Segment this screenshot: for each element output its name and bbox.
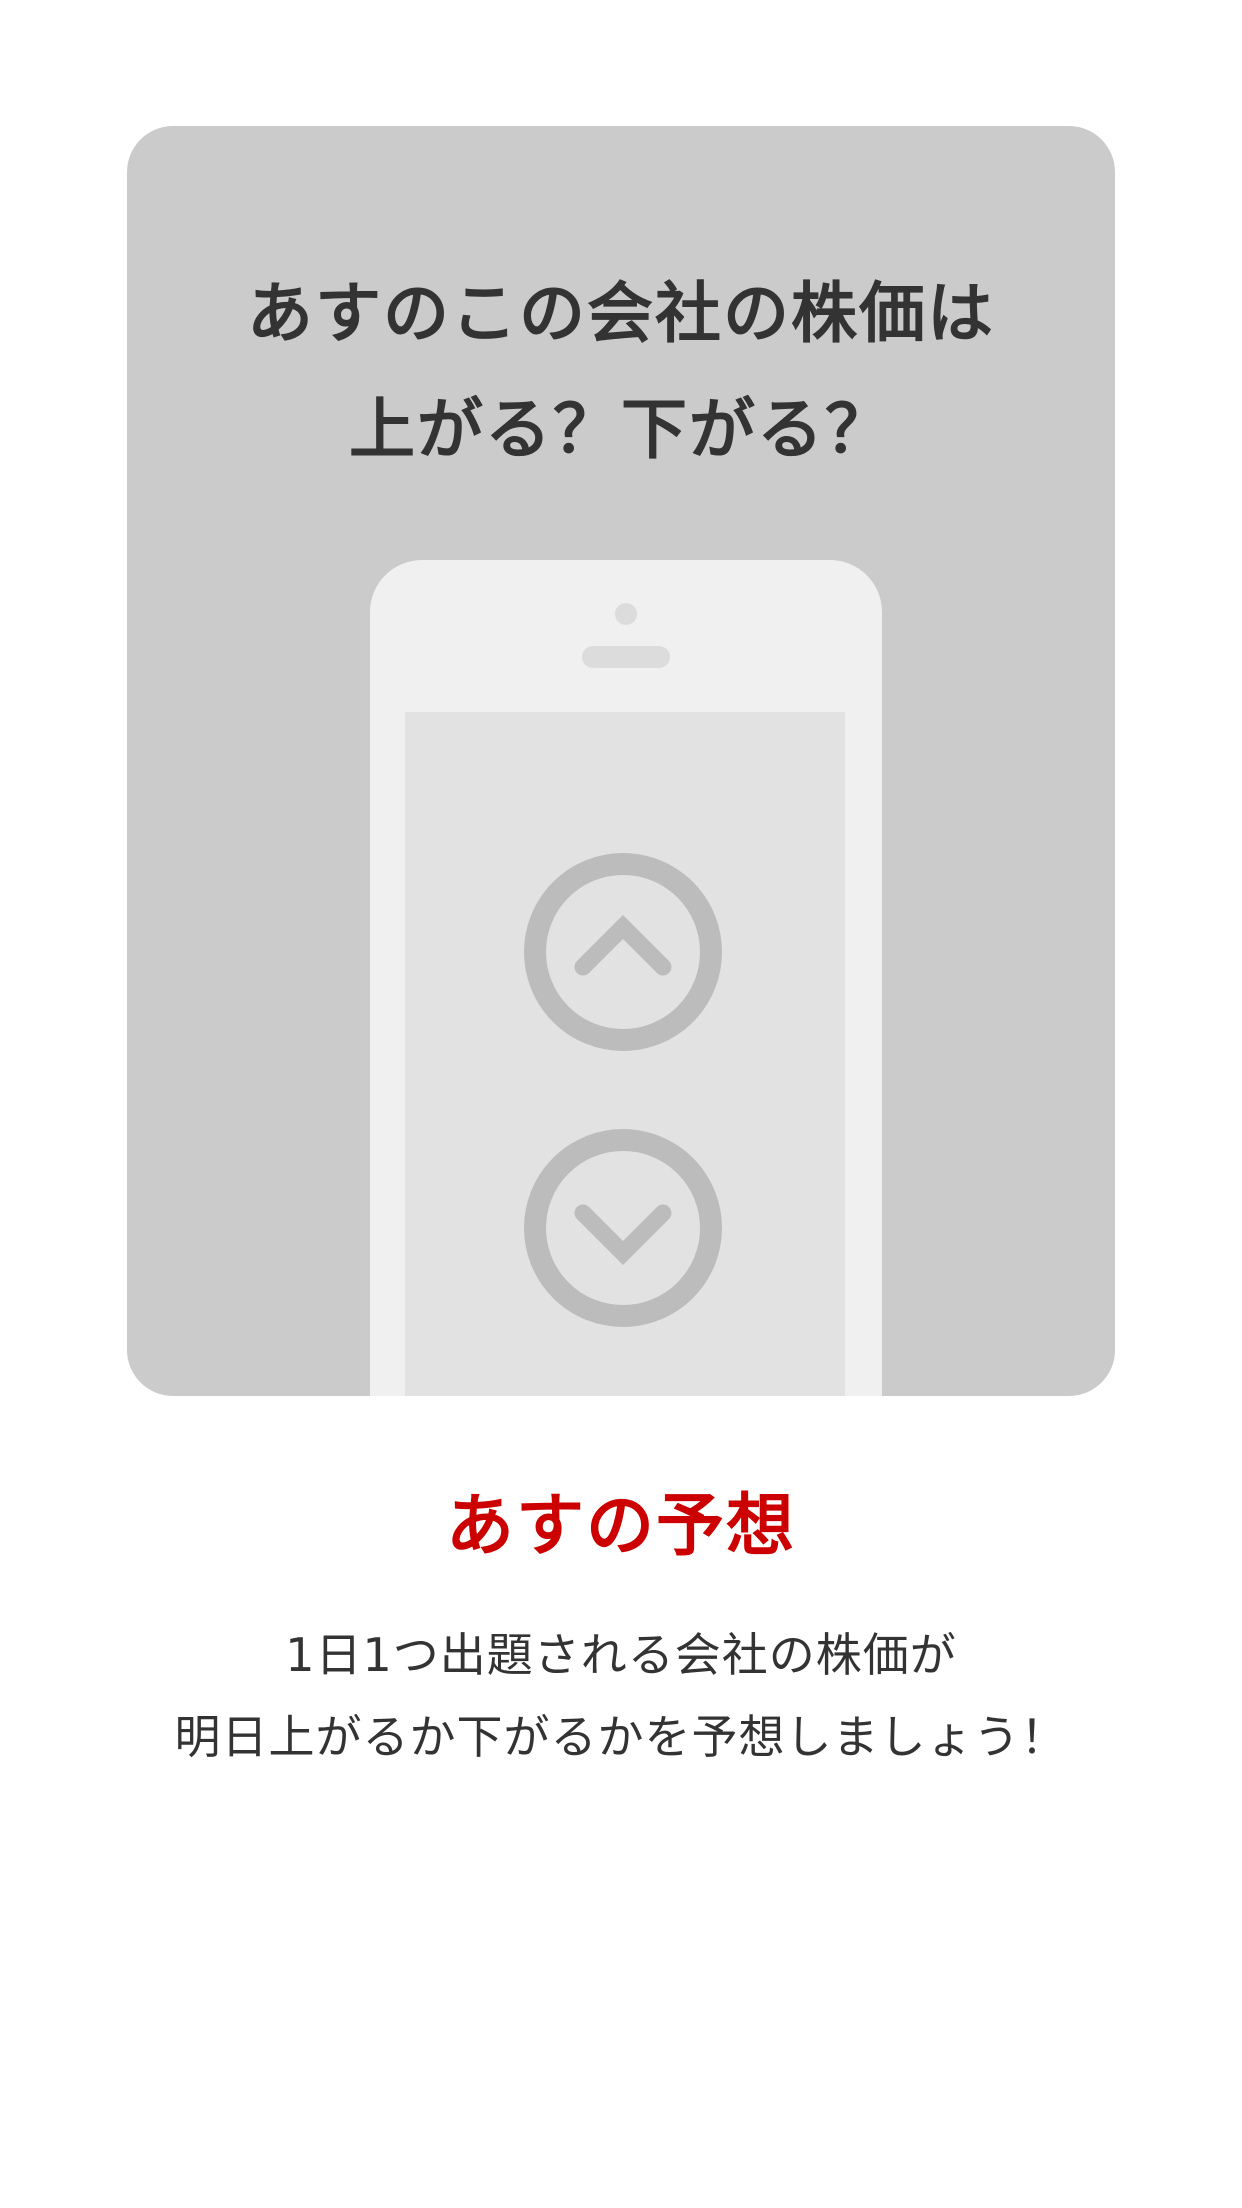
phone-screen (405, 712, 845, 1396)
chevron-up-circle-icon (524, 853, 722, 1051)
phone-camera (615, 603, 637, 625)
phone-speaker (582, 646, 670, 668)
feature-description: 1日1つ出題される会社の株価が 明日上がるか下がるかを予想しましょう！ (0, 1614, 1242, 1778)
hero-title-line-2: 上がる？下がる？ (349, 391, 893, 468)
chevron-down-circle-icon (524, 1129, 722, 1327)
feature-description-line-2: 明日上がるか下がるかを予想しましょう！ (174, 1710, 1068, 1764)
hero-title-line-1: あすのこの会社の株価は (247, 275, 995, 352)
hero-title: あすのこの会社の株価は 上がる？下がる？ (127, 256, 1115, 488)
up-arrow-button (523, 852, 723, 1052)
hero-card: あすのこの会社の株価は 上がる？下がる？ (127, 126, 1115, 1396)
phone-illustration (370, 560, 882, 1396)
down-arrow-button (523, 1128, 723, 1328)
feature-title: あすの予想 (445, 1487, 796, 1566)
feature-description-line-1: 1日1つ出題される会社の株価が (285, 1628, 957, 1682)
